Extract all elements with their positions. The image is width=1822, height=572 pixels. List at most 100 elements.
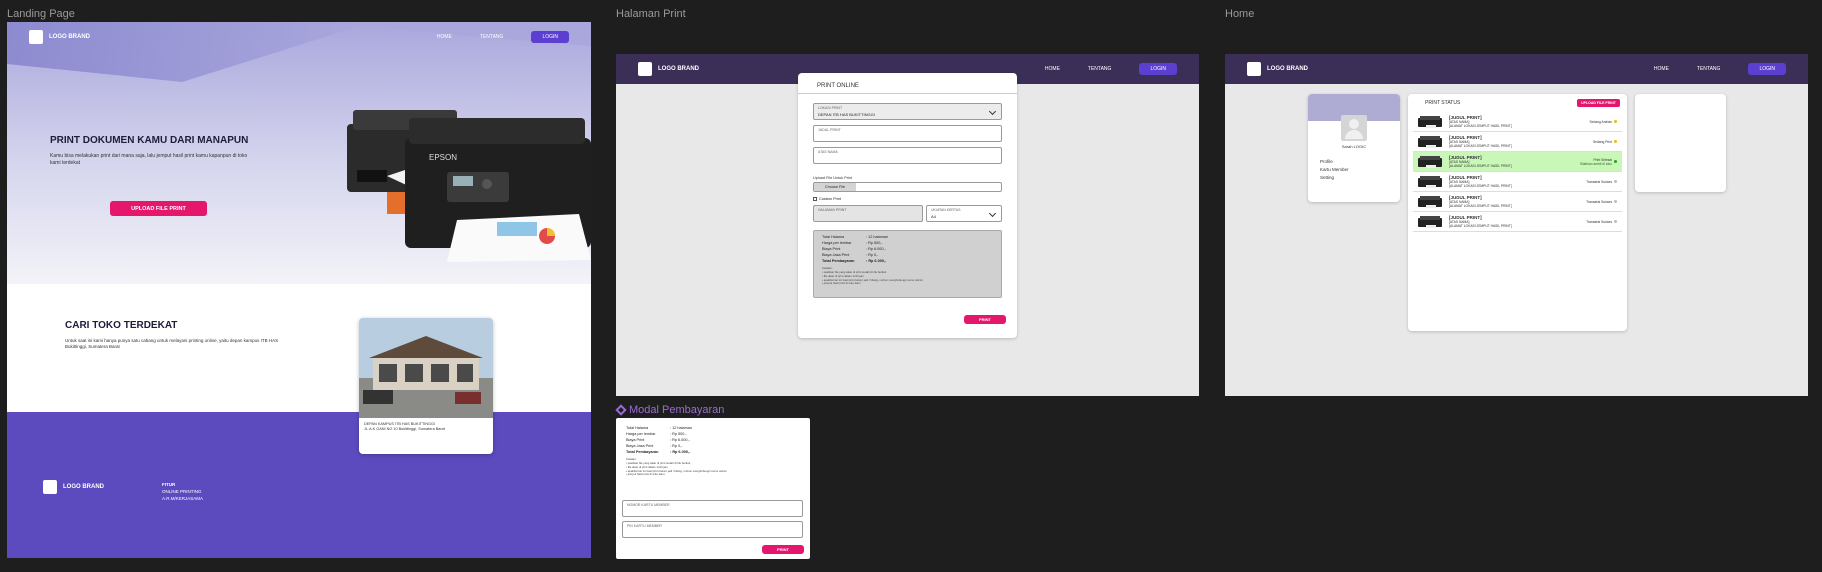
location-value: DEPAN ITB HAS BUKITTINGGI <box>818 112 875 117</box>
logo-icon[interactable] <box>1247 62 1261 76</box>
logo-icon[interactable] <box>638 62 652 76</box>
store-card[interactable]: DEPAN KAMPUS ITB HAS BUKITTINGGI JL.A.K … <box>359 318 493 454</box>
brand-name[interactable]: LOGO BRAND <box>658 66 699 72</box>
profile-menu-setting[interactable]: Setting <box>1320 174 1349 182</box>
modal-label-text: Modal Pembayaran <box>629 404 725 416</box>
status-item-title: [JUDUL PRINT] <box>1449 174 1482 180</box>
print-status-card: PRINT STATUS UPLOAD FILE PRINT [JUDUL PR… <box>1408 94 1627 331</box>
status-item-title: [JUDUL PRINT] <box>1449 114 1482 120</box>
footer-brand-name[interactable]: LOGO BRAND <box>63 484 104 490</box>
printer-thumbnail <box>1418 135 1442 148</box>
side-panel-card <box>1635 94 1726 192</box>
atas-nama-input[interactable]: ATAS NAMA <box>813 147 1002 164</box>
find-store-title: CARI TOKO TERDEKAT <box>65 320 178 331</box>
status-item-address: [ALAMAT LOKASI JEMPUT HASIL PRINT] <box>1449 164 1512 169</box>
profile-menu-profile[interactable]: Profile <box>1320 158 1349 166</box>
status-item-text: [JUDUL PRINT] [ATAS NAMA] [ALAMAT LOKASI J… <box>1449 175 1586 189</box>
profile-name: Sarah LOGIC <box>1341 144 1367 149</box>
divider <box>798 93 1017 94</box>
nav-home[interactable]: HOME <box>437 34 452 40</box>
print-status-title: PRINT STATUS <box>1425 100 1461 106</box>
nav-home[interactable]: HOME <box>1654 66 1669 72</box>
status-item-title: [JUDUL PRINT] <box>1449 154 1482 160</box>
print-status-item[interactable]: [JUDUL PRINT] [ATAS NAMA] [ALAMAT LOKASI J… <box>1413 152 1622 172</box>
print-button[interactable]: PRINT <box>964 315 1006 324</box>
home-frame: LOGO BRAND HOME TENTANG LOGIN Sarah LOGI… <box>1225 54 1808 396</box>
member-card-number-input[interactable]: NOMOR KARTU MEMBER <box>622 500 803 517</box>
nav-about[interactable]: TENTANG <box>1697 66 1721 72</box>
judul-print-input[interactable]: JUDUL PRINT <box>813 125 1002 142</box>
printer-thumbnail <box>1418 155 1442 168</box>
avatar[interactable] <box>1341 115 1367 141</box>
status-item-title: [JUDUL PRINT] <box>1449 134 1482 140</box>
login-button[interactable]: LOGIN <box>1748 63 1786 75</box>
print-status-item[interactable]: [JUDUL PRINT] [ATAS NAMA] [ALAMAT LOKASI J… <box>1413 132 1622 152</box>
hero-title: PRINT DOKUMEN KAMU DARI MANAPUN <box>50 135 249 146</box>
print-status-item[interactable]: [JUDUL PRINT] [ATAS NAMA] [ALAMAT LOKASI J… <box>1413 192 1622 212</box>
chevron-down-icon <box>988 107 997 116</box>
choose-file-button[interactable]: Choose File <box>814 183 856 191</box>
status-item-address: [ALAMAT LOKASI JEMPUT HASIL PRINT] <box>1449 204 1512 209</box>
upload-file-button[interactable]: UPLOAD FILE PRINT <box>1577 99 1620 107</box>
nav-home[interactable]: HOME <box>1045 66 1060 72</box>
payment-modal: Total Halama: 12 halaman Harga per lembar… <box>616 418 810 559</box>
halaman-print-label: HALAMAN PRINT <box>818 208 847 212</box>
modal-summary-notes: Catatan: • pastikan file yang akan di pri… <box>626 458 806 477</box>
status-item-state: Transaksi Sukses <box>1586 180 1617 184</box>
ukuran-kertas-select[interactable]: UKURAN KERTAS A4 <box>926 205 1002 222</box>
nav-about[interactable]: TENTANG <box>480 34 504 40</box>
status-item-title: [JUDUL PRINT] <box>1449 194 1482 200</box>
custom-print-checkbox[interactable] <box>813 197 817 201</box>
nav-about[interactable]: TENTANG <box>1088 66 1112 72</box>
upload-file-button[interactable]: UPLOAD FILE PRINT <box>110 201 207 216</box>
footer-link-kerjasama[interactable]: A.R.M/KERJASAMA <box>162 495 203 502</box>
landing-navbar: LOGO BRAND HOME TENTANG LOGIN <box>7 22 591 52</box>
status-dot-icon <box>1614 140 1617 143</box>
status-item-text: [JUDUL PRINT] [ATAS NAMA] [ALAMAT LOKASI J… <box>1449 215 1586 229</box>
print-status-item[interactable]: [JUDUL PRINT] [ATAS NAMA] [ALAMAT LOKASI J… <box>1413 212 1622 232</box>
status-item-address: [ALAMAT LOKASI JEMPUT HASIL PRINT] <box>1449 144 1512 149</box>
member-pin-label: PIN KARTU MEMBER <box>627 524 662 528</box>
login-button[interactable]: LOGIN <box>531 31 569 43</box>
footer-link-online-printing[interactable]: ONLINE PRINTING <box>162 488 203 495</box>
frame-label-landing: Landing Page <box>7 8 75 20</box>
status-item-title: [JUDUL PRINT] <box>1449 214 1482 220</box>
status-dot-icon <box>1614 220 1617 223</box>
summary-key: Total Pembayaran <box>822 258 855 263</box>
status-dot-icon <box>1614 120 1617 123</box>
ukuran-kertas-label: UKURAN KERTAS <box>931 208 961 212</box>
status-note: Silahkan ambil di toko <box>1579 161 1612 166</box>
status-item-text: [JUDUL PRINT] [ATAS NAMA] [ALAMAT LOKASI J… <box>1449 195 1586 209</box>
store-address: JL.A.K GANI NO 10 Bukittinggi, Sumatera … <box>364 427 445 432</box>
payment-summary: Total Halama: 12 halaman Harga per lembar… <box>813 230 1002 298</box>
judul-print-label: JUDUL PRINT <box>818 128 841 132</box>
chevron-down-icon <box>988 209 997 218</box>
footer: LOGO BRAND FITUR ONLINE PRINTING A.R.M/K… <box>7 412 591 558</box>
modal-print-button[interactable]: PRINT <box>762 545 804 554</box>
member-pin-input[interactable]: PIN KARTU MEMBER <box>622 521 803 538</box>
frame-label-modal: Modal Pembayaran <box>615 404 725 416</box>
status-dot-icon <box>1614 160 1617 163</box>
member-card-number-label: NOMOR KARTU MEMBER <box>627 503 670 507</box>
status-label: Sedang Print <box>1592 139 1612 144</box>
home-navbar: LOGO BRAND HOME TENTANG LOGIN <box>1225 54 1808 84</box>
halaman-print-input[interactable]: HALAMAN PRINT <box>813 205 923 222</box>
file-upload-field[interactable]: Choose File <box>813 182 1002 192</box>
location-label: LOKASI PRINT <box>818 106 843 110</box>
location-select[interactable]: LOKASI PRINT DEPAN ITB HAS BUKITTINGGI <box>813 103 1002 120</box>
status-item-address: [ALAMAT LOKASI JEMPUT HASIL PRINT] <box>1449 124 1512 129</box>
status-item-state: Sedang Antrian <box>1589 120 1617 124</box>
brand-name[interactable]: LOGO BRAND <box>1267 66 1308 72</box>
summary-rows: Total Halama: 12 halaman Harga per lembar… <box>822 235 993 264</box>
status-label: Sedang Antrian <box>1589 119 1612 124</box>
print-status-item[interactable]: [JUDUL PRINT] [ATAS NAMA] [ALAMAT LOKASI J… <box>1413 112 1622 132</box>
note-line: • jemput hasil print di toko kami <box>822 281 861 286</box>
login-button[interactable]: LOGIN <box>1139 63 1177 75</box>
brand-name[interactable]: LOGO BRAND <box>49 34 90 40</box>
status-item-state: Sedang Print <box>1593 140 1617 144</box>
print-status-item[interactable]: [JUDUL PRINT] [ATAS NAMA] [ALAMAT LOKASI J… <box>1413 172 1622 192</box>
profile-menu-member-card[interactable]: Kartu Member <box>1320 166 1349 174</box>
printer-image: EPSON <box>347 110 591 262</box>
footer-logo-icon[interactable] <box>43 480 57 494</box>
logo-icon[interactable] <box>29 30 43 44</box>
